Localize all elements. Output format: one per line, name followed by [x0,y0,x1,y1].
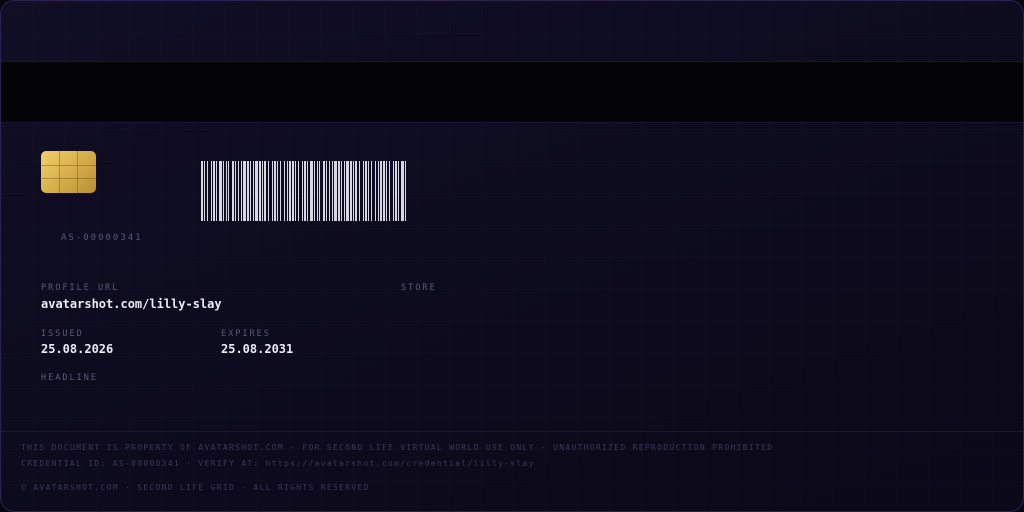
credential-card-back: AS-00000341 PROFILE URL avatarshot.com/l… [0,0,1024,512]
store-label: STORE [401,283,437,293]
footer-legal-notice: THIS DOCUMENT IS PROPERTY OF AVATARSHOT.… [21,443,774,452]
expires-label: EXPIRES [221,329,271,339]
footer-copyright: © AVATARSHOT.COM · SECOND LIFE GRID · AL… [21,483,370,492]
footer-credential-id: CREDENTIAL ID: AS-00000341 · VERIFY AT: … [21,459,535,468]
smart-chip-icon [41,151,96,193]
issued-label: ISSUED [41,329,84,339]
footer-divider [1,431,1023,432]
profile-url-label: PROFILE URL [41,283,120,293]
magnetic-stripe [1,61,1023,123]
serial-number: AS-00000341 [61,233,143,243]
issued-date: 25.08.2026 [41,342,114,356]
headline-label: HEADLINE [41,373,98,383]
profile-url-value[interactable]: avatarshot.com/lilly-slay [41,297,222,311]
barcode-icon [201,161,406,221]
expires-date: 25.08.2031 [221,342,294,356]
